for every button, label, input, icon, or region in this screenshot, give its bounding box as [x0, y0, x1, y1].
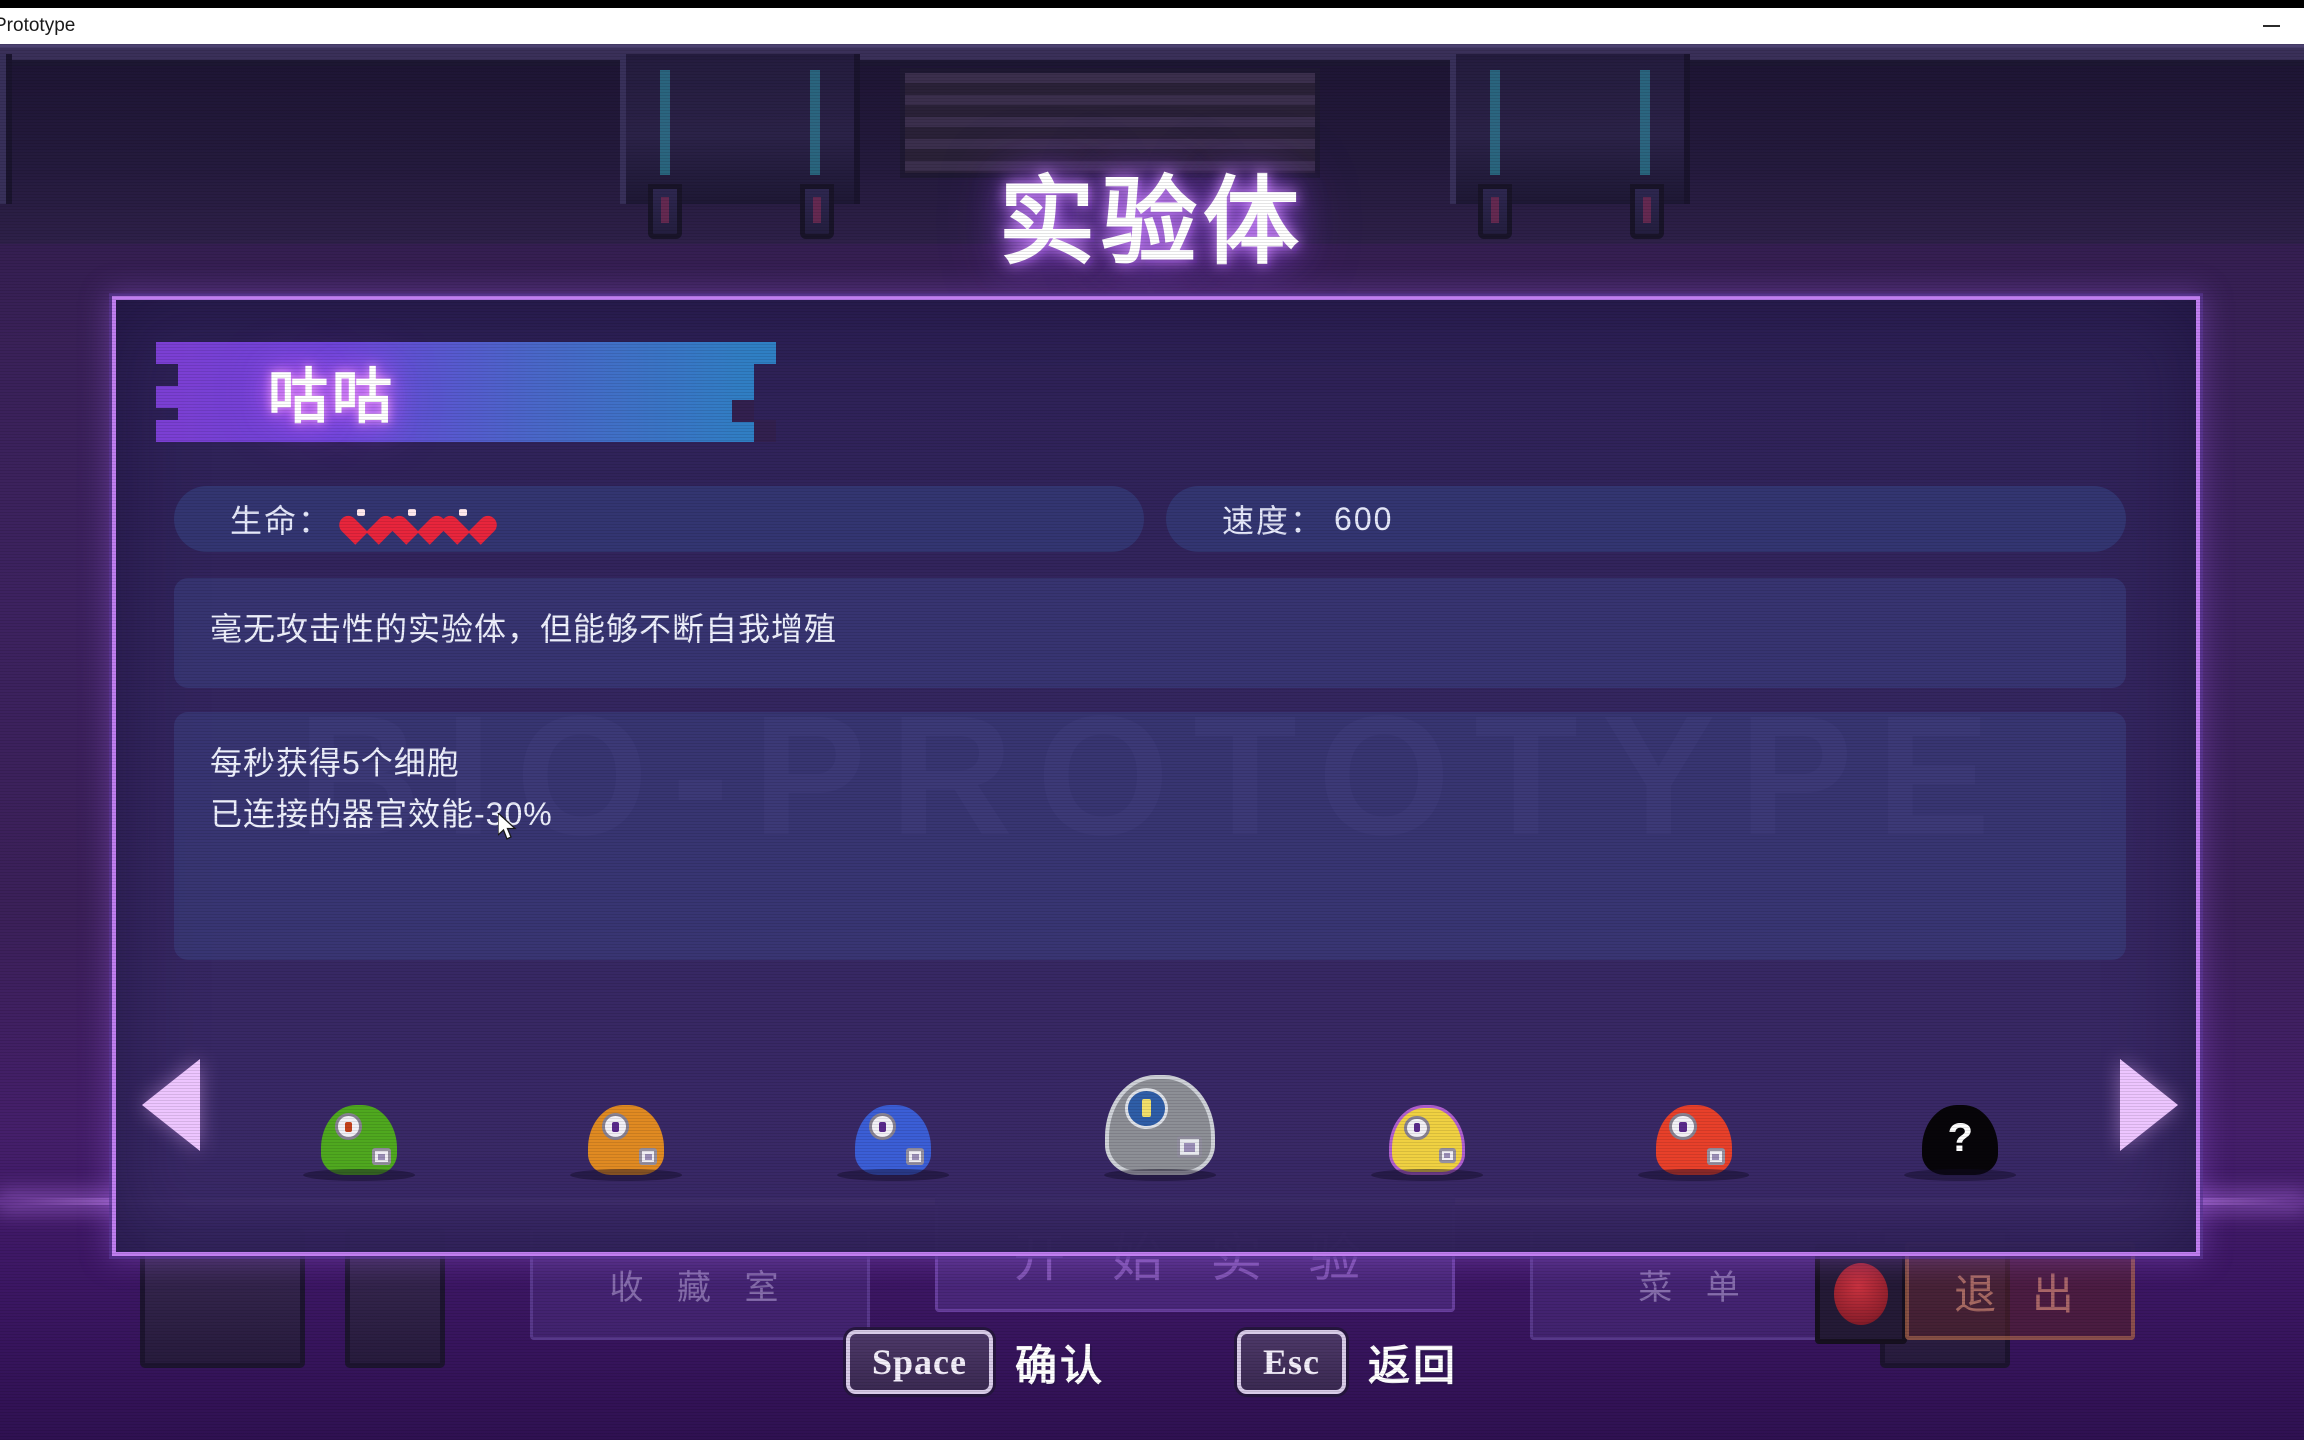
red-lamp-decor: [1815, 1244, 1907, 1344]
creature-pupil: [1413, 1123, 1421, 1133]
carousel-slot-green[interactable]: [294, 1035, 424, 1181]
creature-chip-icon: [372, 1148, 391, 1166]
prompt-back[interactable]: Esc 返回: [1237, 1330, 1458, 1394]
subject-carousel: ?: [116, 1010, 2204, 1200]
background-exit-button: 退 出: [1905, 1242, 2135, 1340]
creature-eye: [1125, 1088, 1169, 1129]
banner-pixel: [156, 342, 178, 364]
subject-description: 毫无攻击性的实验体，但能够不断自我增殖: [210, 611, 838, 647]
heart-shine: [459, 509, 468, 516]
banner-pixel: [156, 420, 178, 442]
subject-description-box: 毫无攻击性的实验体，但能够不断自我增殖: [174, 578, 2126, 688]
creature-eye: [868, 1113, 897, 1140]
subject-detail-panel: BIO-PROTOTYPE 咕咕 生命：: [112, 296, 2200, 1256]
carousel-slot-blue[interactable]: [828, 1035, 958, 1181]
carousel-slot-orange[interactable]: [561, 1035, 691, 1181]
creature-sprite: [1655, 1105, 1732, 1175]
creature-shadow: [1104, 1169, 1216, 1181]
chevron-right-icon[interactable]: [2094, 1045, 2204, 1165]
subject-abilities-box: 每秒获得5个细胞 已连接的器官效能-30%: [174, 712, 2126, 960]
creature-sprite-locked: ?: [1922, 1105, 1999, 1175]
subject-name-banner: 咕咕: [156, 342, 776, 442]
creature-shadow: [303, 1169, 416, 1181]
creature-shadow: [1637, 1169, 1750, 1181]
stat-speed-label: 速度：: [1222, 503, 1325, 539]
heart-icon: [452, 504, 486, 534]
creature-pupil: [611, 1121, 620, 1132]
creature-sprite: [1388, 1105, 1465, 1175]
window-title: Prototype: [0, 15, 76, 36]
page-title: 实验体: [999, 169, 1305, 276]
creature-eye: [1669, 1113, 1697, 1140]
stat-health-label: 生命：: [230, 503, 333, 539]
window-titlebar: Prototype: [0, 8, 2304, 44]
ceiling-rail: [0, 44, 2304, 66]
ability-line: 已连接的器官效能-30%: [210, 795, 553, 832]
banner-pixel: [732, 400, 754, 422]
creature-pupil: [878, 1121, 887, 1132]
creature-chip-icon: [906, 1148, 925, 1166]
prompt-back-label: 返回: [1368, 1341, 1459, 1389]
carousel-slot-selected-grey[interactable]: [1095, 1035, 1225, 1181]
chevron-right-glyph: [2120, 1059, 2178, 1151]
esc-keycap: Esc: [1237, 1330, 1346, 1394]
prompt-confirm[interactable]: Space 确认: [845, 1330, 1105, 1394]
creature-pupil: [1679, 1121, 1687, 1132]
creature-eye: [601, 1113, 630, 1140]
lamp-glow: [1834, 1263, 1888, 1325]
chevron-left-glyph: [142, 1059, 200, 1151]
prompt-confirm-label: 确认: [1014, 1341, 1105, 1389]
carousel-slot-row: ?: [226, 1010, 2094, 1200]
banner-pixel: [754, 342, 776, 364]
creature-sprite: [321, 1105, 398, 1175]
question-mark-icon: ?: [1947, 1116, 1974, 1164]
creature-eye: [1404, 1115, 1430, 1140]
creature-pupil: [1141, 1099, 1152, 1118]
creature-chip-icon: [639, 1148, 658, 1166]
creature-sprite: [855, 1105, 932, 1175]
banner-pixel: [156, 386, 178, 408]
ability-line: 每秒获得5个细胞: [210, 745, 460, 781]
key-prompt-bar: Space 确认 Esc 返回: [0, 1330, 2304, 1394]
space-keycap: Space: [845, 1330, 993, 1394]
stat-speed-value: 600: [1334, 500, 1394, 537]
creature-eye: [335, 1113, 363, 1140]
heart-shine: [357, 509, 366, 516]
banner-pixel: [178, 364, 200, 386]
chevron-left-icon[interactable]: [116, 1045, 226, 1165]
creature-shadow: [1370, 1169, 1483, 1181]
creature-shadow: [1904, 1169, 2017, 1181]
creature-shadow: [837, 1169, 950, 1181]
creature-chip-icon: [1706, 1148, 1725, 1166]
banner-pixel: [754, 420, 776, 442]
creature-chip-icon: [1177, 1136, 1202, 1159]
carousel-slot-red[interactable]: [1629, 1035, 1759, 1181]
minimize-icon[interactable]: [2238, 8, 2304, 44]
creature-sprite: [588, 1105, 665, 1175]
creature-shadow: [570, 1169, 683, 1181]
stat-speed: 速度： 600: [1166, 486, 2126, 552]
health-hearts: [350, 504, 486, 534]
carousel-slot-yellow[interactable]: [1362, 1035, 1492, 1181]
creature-sprite-selected: [1104, 1075, 1215, 1175]
heart-icon: [350, 504, 384, 534]
minimize-glyph: [2262, 25, 2280, 27]
game-viewport: 收 藏 室 开 始 实 验 菜 单 退 出 实验体 BIO-PROTOTYPE …: [0, 44, 2304, 1440]
creature-chip-icon: [1438, 1147, 1456, 1164]
subject-name: 咕咕: [268, 363, 396, 431]
stat-health: 生命：: [174, 486, 1144, 552]
banner-fill: [178, 342, 754, 442]
carousel-slot-locked[interactable]: ?: [1895, 1035, 2025, 1181]
creature-pupil: [345, 1121, 353, 1132]
heart-shine: [408, 509, 417, 516]
heart-icon: [401, 504, 435, 534]
application-window: Prototype 收 藏 室 开 始 实 验 菜 单 退 出 实验体 咕咕 生…: [0, 0, 2304, 1440]
